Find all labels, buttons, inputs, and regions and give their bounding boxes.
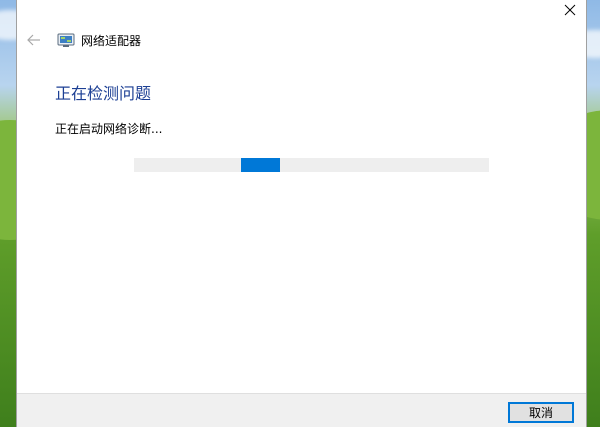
close-icon [564, 4, 576, 16]
back-arrow-icon [27, 34, 40, 46]
window-title: 网络适配器 [81, 33, 142, 48]
header-row: 网络适配器 [25, 30, 141, 50]
close-button[interactable] [554, 0, 586, 20]
network-adapter-icon [57, 32, 75, 48]
progress-indicator [241, 158, 280, 172]
back-button[interactable] [25, 31, 43, 49]
dialog-footer: 取消 [17, 393, 586, 427]
status-text: 正在启动网络诊断... [55, 122, 163, 136]
troubleshooter-window: 网络适配器 正在检测问题 正在启动网络诊断... 取消 [16, 0, 587, 427]
progress-bar [134, 158, 489, 172]
page-heading: 正在检测问题 [55, 84, 152, 103]
cancel-button[interactable]: 取消 [508, 402, 574, 423]
